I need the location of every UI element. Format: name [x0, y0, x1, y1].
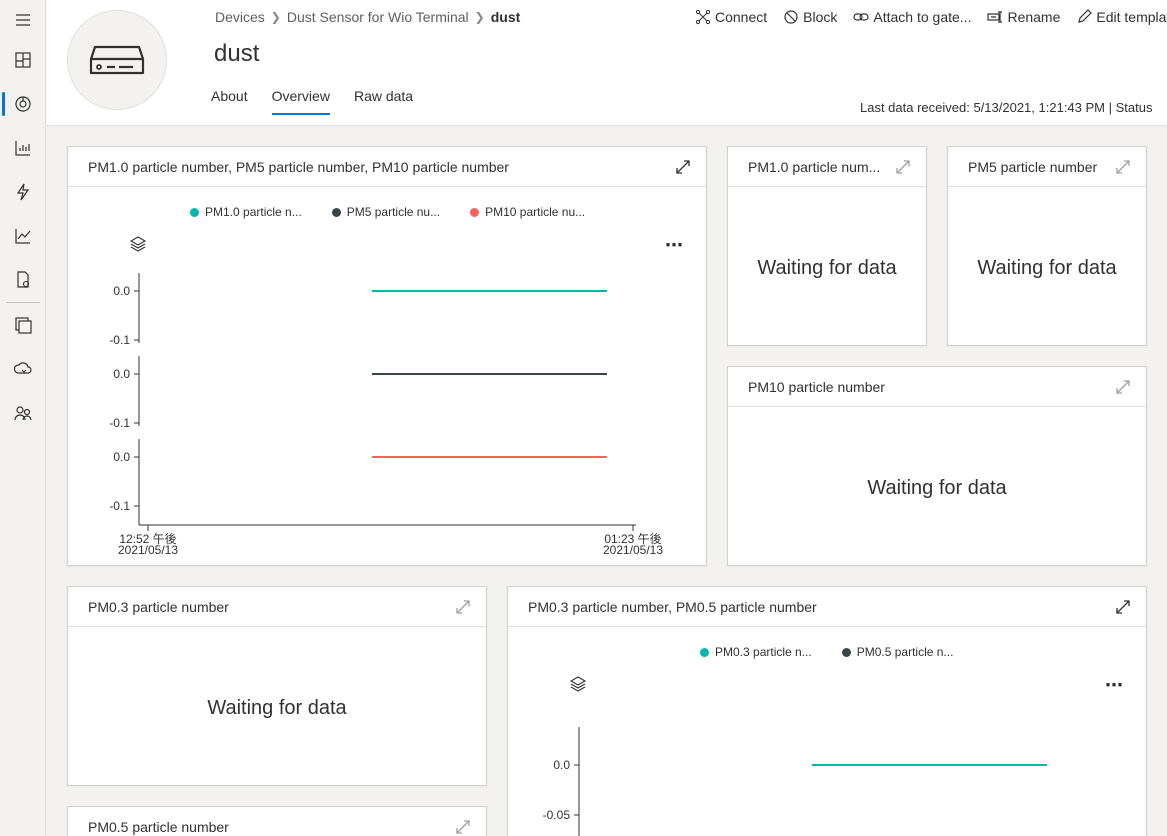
tile-pm10: PM10 particle number Waiting for data	[727, 366, 1147, 566]
y-tick-label: -0.1	[109, 499, 130, 513]
last-data-status: Last data received: 5/13/2021, 1:21:43 P…	[860, 100, 1153, 115]
tile-header: PM1.0 particle num...	[728, 147, 926, 187]
rail-divider	[6, 302, 40, 303]
tile-header: PM0.3 particle number	[68, 587, 486, 627]
tile-title: PM0.5 particle number	[88, 819, 229, 835]
tile-title: PM5 particle number	[968, 159, 1098, 175]
x-tick-label: 2021/05/13	[603, 543, 663, 557]
jobs-icon[interactable]	[0, 260, 46, 300]
attach-to-gateway-button[interactable]: Attach to gate...	[853, 9, 971, 25]
tile-title: PM1.0 particle number, PM5 particle numb…	[88, 159, 509, 175]
rename-icon	[987, 11, 1003, 23]
y-tick-label: -0.05	[543, 808, 571, 822]
y-tick-label: -0.1	[109, 416, 130, 430]
expand-icon[interactable]	[1114, 158, 1132, 176]
link-icon	[853, 13, 869, 21]
y-tick-label: 0.0	[553, 758, 570, 772]
line-chart: 0.0 -0.05	[543, 727, 1047, 836]
chevron-right-icon: ❯	[474, 10, 485, 24]
tile-pm-combo-chart: PM1.0 particle number, PM5 particle numb…	[67, 146, 707, 566]
breadcrumb: Devices ❯ Dust Sensor for Wio Terminal ❯…	[215, 9, 520, 25]
block-icon	[784, 10, 798, 24]
tile-header: PM5 particle number	[948, 147, 1146, 187]
waiting-for-data: Waiting for data	[207, 697, 347, 719]
analytics-icon[interactable]	[0, 216, 46, 256]
connect-icon	[695, 9, 711, 25]
expand-icon[interactable]	[894, 158, 912, 176]
line-chart: 0.0-0.10.0-0.10.0-0.112:52 午後2021/05/130…	[109, 273, 663, 557]
tab-raw-data[interactable]: Raw data	[354, 88, 413, 112]
expand-icon[interactable]	[1114, 598, 1132, 616]
page-title: dust	[214, 40, 260, 67]
edit-template-label: Edit template	[1096, 9, 1167, 25]
expand-icon[interactable]	[454, 598, 472, 616]
expand-icon[interactable]	[454, 818, 472, 836]
devices-icon[interactable]	[0, 84, 46, 124]
pencil-icon	[1078, 9, 1093, 23]
block-button[interactable]: Block	[783, 9, 837, 25]
tile-pm5: PM5 particle number Waiting for data	[947, 146, 1147, 346]
tab-bar: About Overview Raw data	[211, 88, 437, 115]
tile-pm1-0: PM1.0 particle num... Waiting for data	[727, 146, 927, 346]
expand-icon[interactable]	[674, 158, 692, 176]
waiting-for-data: Waiting for data	[977, 257, 1117, 279]
tile-pm0-3: PM0.3 particle number Waiting for data	[67, 586, 487, 786]
device-groups-icon[interactable]	[0, 128, 46, 168]
tile-pm03-pm05-chart: PM0.3 particle number, PM0.5 particle nu…	[507, 586, 1147, 836]
breadcrumb-devices[interactable]: Devices	[215, 9, 265, 25]
chevron-right-icon: ❯	[270, 10, 281, 24]
left-nav-rail	[0, 0, 46, 836]
tile-header: PM0.3 particle number, PM0.5 particle nu…	[508, 587, 1146, 627]
tile-title: PM1.0 particle num...	[748, 159, 881, 175]
y-tick-label: 0.0	[113, 367, 130, 381]
tab-about[interactable]: About	[211, 88, 248, 112]
breadcrumb-template[interactable]: Dust Sensor for Wio Terminal	[287, 9, 469, 25]
edit-template-button[interactable]: Edit template	[1076, 9, 1167, 25]
rename-button[interactable]: Rename	[987, 9, 1060, 25]
attach-label: Attach to gate...	[873, 9, 972, 25]
tile-header: PM1.0 particle number, PM5 particle numb…	[68, 147, 706, 187]
tile-pm0-5: PM0.5 particle number	[67, 806, 487, 836]
waiting-for-data: Waiting for data	[867, 477, 1007, 499]
x-tick-label: 2021/05/13	[118, 543, 178, 557]
y-tick-label: 0.0	[113, 284, 130, 298]
rename-label: Rename	[1007, 9, 1061, 25]
expand-icon[interactable]	[1114, 378, 1132, 396]
rules-icon[interactable]	[0, 172, 46, 212]
data-export-icon[interactable]	[0, 349, 46, 389]
hamburger-menu-icon[interactable]	[0, 0, 46, 40]
waiting-for-data: Waiting for data	[757, 257, 897, 279]
tile-header: PM0.5 particle number	[68, 807, 486, 836]
permissions-icon[interactable]	[0, 393, 46, 433]
device-avatar	[67, 10, 167, 110]
command-bar: Connect Block Attach to gate... Rename E…	[695, 9, 1167, 25]
tile-title: PM0.3 particle number, PM0.5 particle nu…	[528, 599, 817, 615]
tile-header: PM10 particle number	[728, 367, 1146, 407]
y-tick-label: -0.1	[109, 333, 130, 347]
connect-button[interactable]: Connect	[695, 9, 767, 25]
breadcrumb-current: dust	[490, 9, 521, 25]
device-templates-icon[interactable]	[0, 305, 46, 345]
tab-overview[interactable]: Overview	[271, 88, 331, 115]
block-label: Block	[803, 9, 838, 25]
tile-title: PM10 particle number	[748, 379, 885, 395]
dashboards-icon[interactable]	[0, 40, 46, 80]
y-tick-label: 0.0	[113, 450, 130, 464]
connect-label: Connect	[715, 9, 768, 25]
device-header: Devices ❯ Dust Sensor for Wio Terminal ❯…	[47, 0, 1167, 126]
device-icon	[89, 45, 145, 75]
tile-title: PM0.3 particle number	[88, 599, 229, 615]
